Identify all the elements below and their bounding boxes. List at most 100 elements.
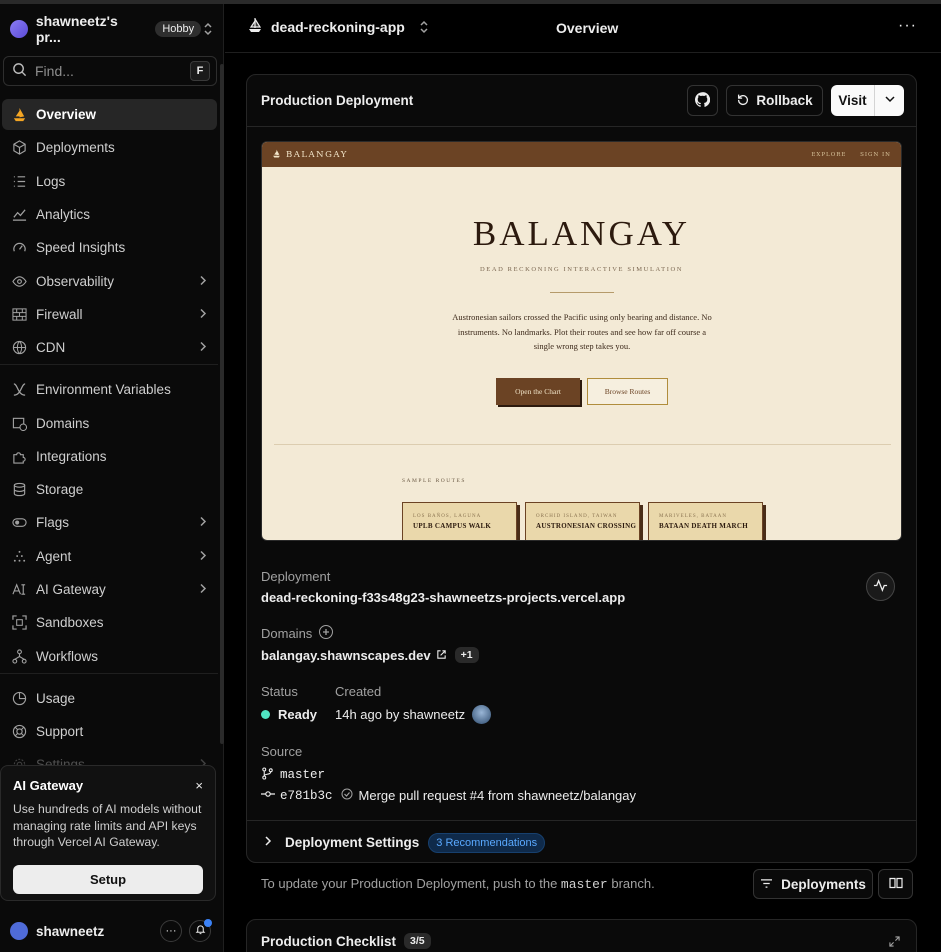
ai-gateway-promo: AI Gateway × Use hundreds of AI models w… [0,765,216,901]
preview-route-card: MARIVELES, BATAAN BATAAN DEATH MARCH [648,502,763,540]
chevron-down-icon [884,93,896,108]
status-text: Ready [278,707,318,722]
page-title: Overview [556,20,619,36]
sidebar-item-integrations[interactable]: Integrations [2,441,217,472]
search-input[interactable]: Find... F [3,56,217,86]
sidebar-item-sandboxes[interactable]: Sandboxes [2,607,217,638]
domains-label: Domains [261,626,313,641]
card-title: Production Deployment [261,93,414,108]
close-icon[interactable]: × [195,778,203,793]
more-menu-icon[interactable]: ··· [898,17,917,35]
sidebar-item-storage[interactable]: Storage [2,474,217,505]
nav-divider [0,364,218,365]
chevron-right-icon [263,835,273,850]
sidebar-item-label: Environment Variables [36,382,171,397]
sidebar-item-label: Deployments [36,140,115,155]
visit-menu-button[interactable] [875,85,904,116]
source-label: Source [261,744,303,759]
user-avatar [10,922,28,940]
docs-button[interactable] [878,869,913,899]
more-options-button[interactable]: ··· [160,920,182,942]
update-text-end: branch. [611,876,655,891]
gauge-icon [11,240,27,256]
user-menu[interactable]: shawneetz ··· [10,918,215,944]
preview-brand: BALANGAY [286,149,348,160]
filter-icon [760,877,773,892]
checklist-title: Production Checklist [261,933,397,949]
deployment-settings-label: Deployment Settings [285,835,420,850]
sidebar-item-cdn[interactable]: CDN [2,332,217,363]
recommendations-badge: 3 Recommendations [428,832,546,853]
sidebar-item-support[interactable]: Support [2,716,217,747]
team-avatar [10,20,28,38]
chevron-right-icon [199,341,207,355]
preview-subtitle: DEAD RECKONING INTERACTIVE SIMULATION [479,266,684,273]
preview-route-card: LOS BAÑOS, LAGUNA UPLB CAMPUS WALK [402,502,517,540]
deployment-settings-row[interactable]: Deployment Settings 3 Recommendations [247,820,916,862]
preview-sample-routes-label: SAMPLE ROUTES [402,478,466,484]
sidebar-scrollbar[interactable] [220,64,224,744]
visit-button[interactable]: Visit [831,85,875,116]
sidebar-item-usage[interactable]: Usage [2,683,217,714]
search-placeholder: Find... [35,63,74,79]
rollback-button[interactable]: Rollback [726,85,823,116]
branch-name[interactable]: master [280,768,325,782]
sidebar: shawneetz's pr... Hobby Find... F Overvi… [0,4,224,952]
ai-gateway-icon [11,582,27,598]
route-name: AUSTRONESIAN CROSSING [536,522,637,530]
sidebar-item-label: Usage [36,691,76,706]
extra-domains-badge[interactable]: +1 [454,647,479,663]
visit-button-group: Visit [831,85,904,116]
commit-hash[interactable]: e781b3c [280,789,333,803]
project-name: dead-reckoning-app [271,18,405,35]
domains-header: Domains [261,624,334,643]
sidebar-item-domains[interactable]: Domains [2,408,217,439]
notification-dot [204,919,212,927]
preview-title: BALANGAY [472,214,691,253]
sidebar-item-label: Overview [36,107,97,122]
production-checklist-card[interactable]: Production Checklist 3/5 [246,919,917,952]
deployments-button[interactable]: Deployments [753,869,873,899]
update-branch: master [560,877,608,892]
sidebar-item-label: Sandboxes [36,615,104,630]
sidebar-item-observability[interactable]: Observability [2,266,217,297]
notifications-button[interactable] [189,919,212,942]
vercel-ship-icon [247,17,263,36]
sidebar-item-label: Speed Insights [36,240,126,255]
sidebar-item-agent[interactable]: Agent [2,541,217,572]
creator-avatar[interactable] [472,705,492,724]
globe-icon [11,340,27,356]
sidebar-item-flags[interactable]: Flags [2,507,217,538]
vercel-ship-icon [11,107,27,123]
team-switcher[interactable]: shawneetz's pr... Hobby [10,13,215,45]
preview-rule [550,292,614,293]
sidebar-item-speed-insights[interactable]: Speed Insights [2,232,217,263]
sidebar-item-analytics[interactable]: Analytics [2,199,217,230]
sidebar-item-ai-gateway[interactable]: AI Gateway [2,574,217,605]
status-value: Ready [261,707,317,722]
sidebar-item-label: Storage [36,482,84,497]
project-switcher[interactable]: dead-reckoning-app [247,17,431,36]
commit-message[interactable]: Merge pull request #4 from shawneetz/bal… [359,788,637,803]
deployment-preview[interactable]: BALANGAY EXPLORE SIGN IN BALANGAY DEAD R… [261,141,902,541]
sidebar-item-overview[interactable]: Overview [2,99,217,130]
logs-icon [11,174,27,190]
deployment-url-link[interactable]: dead-reckoning-f33s48g23-shawneetzs-proj… [261,590,625,605]
setup-button[interactable]: Setup [13,864,203,894]
domain-link[interactable]: balangay.shawnscapes.dev [261,648,431,663]
sidebar-item-workflows[interactable]: Workflows [2,641,217,672]
sidebar-item-environment-variables[interactable]: Environment Variables [2,374,217,405]
chevron-right-icon [199,583,207,597]
checklist-progress: 3/5 [404,933,431,949]
status-dot [261,710,270,719]
sidebar-item-logs[interactable]: Logs [2,166,217,197]
chevron-right-icon [199,275,207,289]
expand-icon[interactable] [889,935,900,950]
sidebar-item-deployments[interactable]: Deployments [2,132,217,163]
card-header: Production Deployment Rollback Visit [247,75,916,127]
activity-button[interactable] [866,572,895,601]
add-domain-icon[interactable] [318,624,334,643]
sidebar-item-firewall[interactable]: Firewall [2,299,217,330]
route-location: LOS BAÑOS, LAGUNA [413,514,482,519]
github-button[interactable] [687,85,718,116]
